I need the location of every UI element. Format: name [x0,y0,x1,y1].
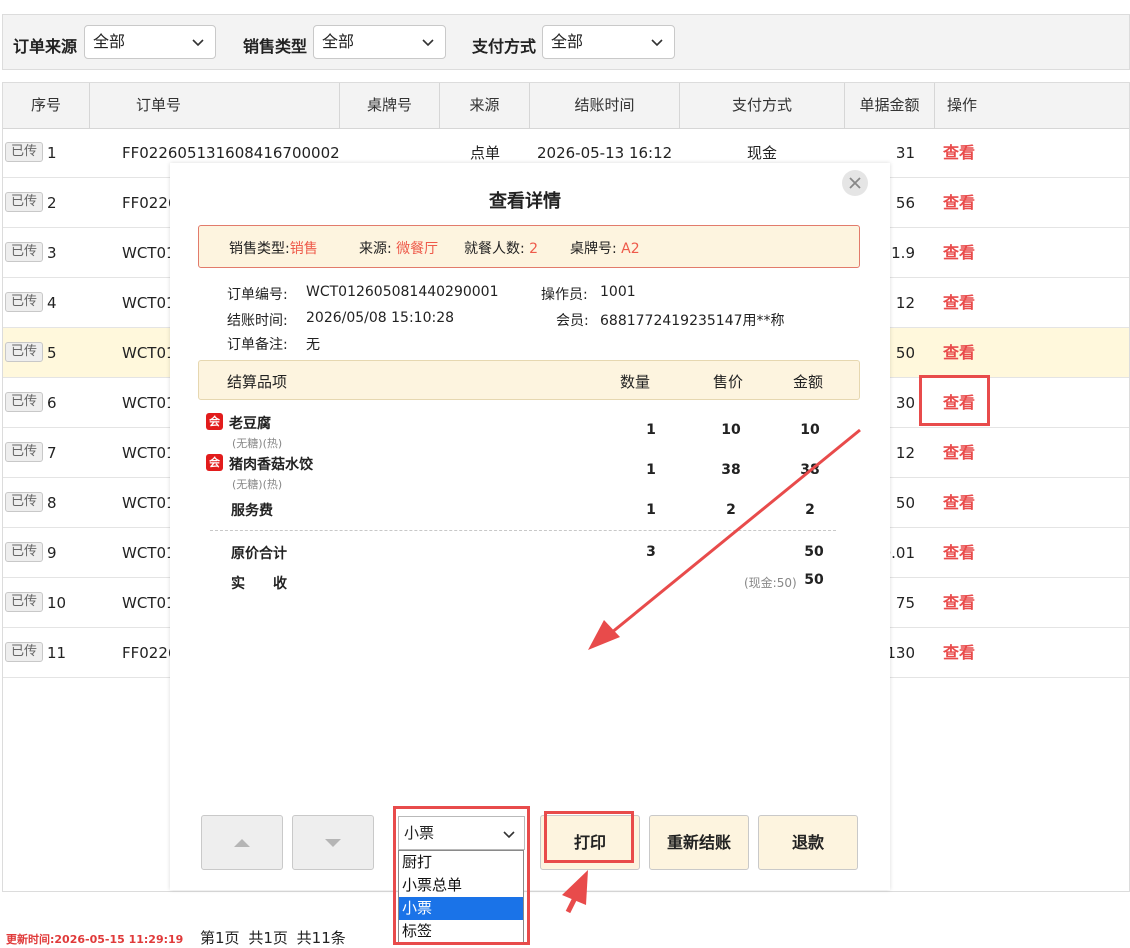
arrow-to-print-button [562,870,588,914]
arrow-to-print-type [588,428,861,650]
annotation-arrows [562,428,861,914]
